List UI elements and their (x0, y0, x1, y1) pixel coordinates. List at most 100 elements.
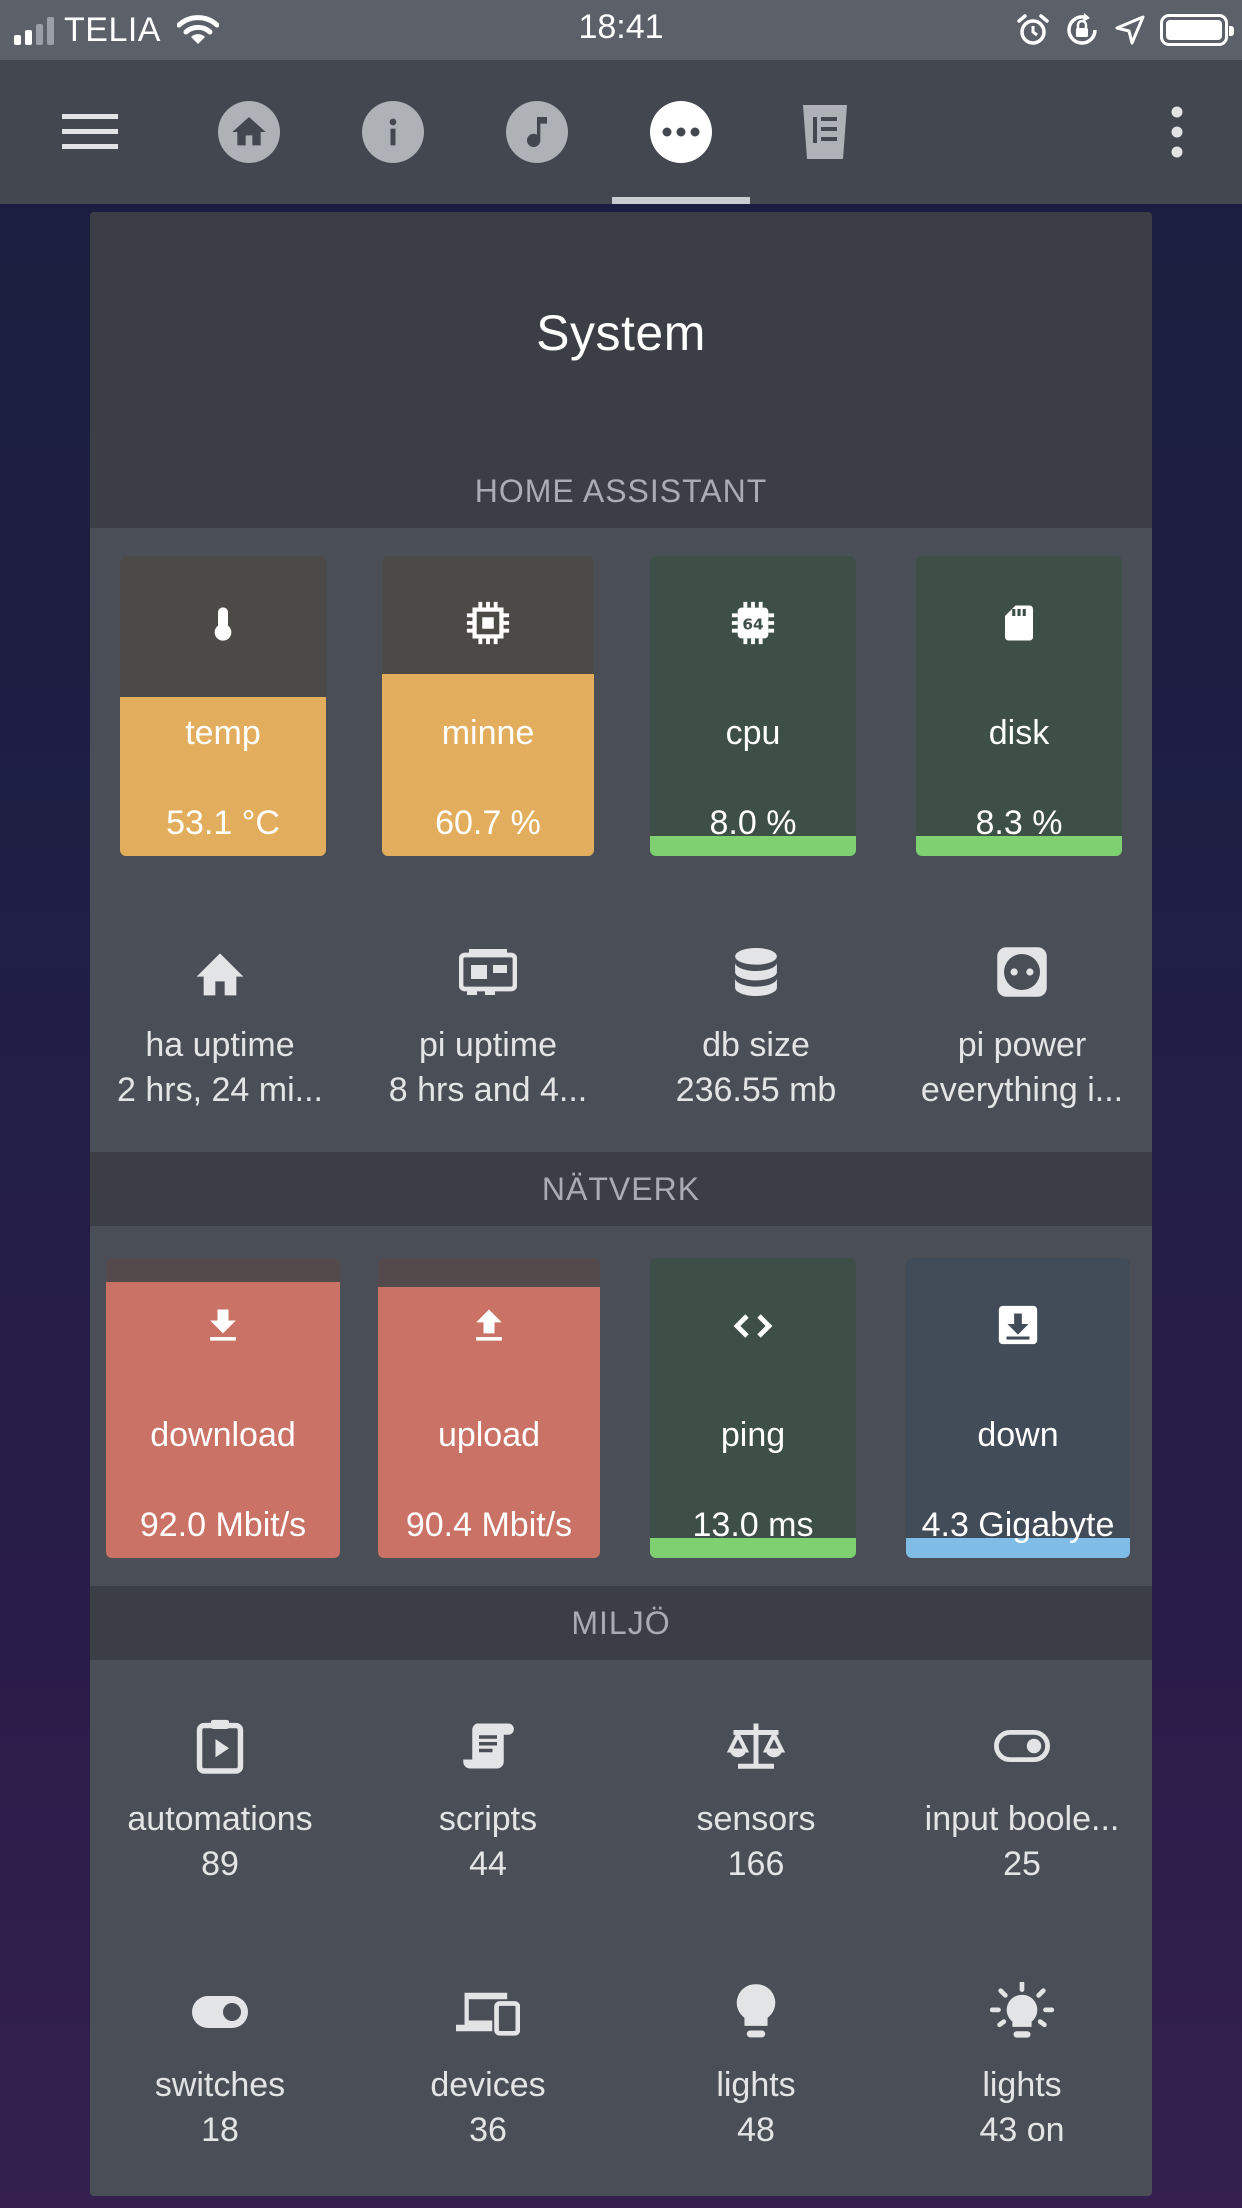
home-icon (196, 953, 244, 996)
stat-value: 236.55 mb (675, 1071, 837, 1109)
location-arrow-icon (1115, 15, 1145, 45)
stat-pi-power[interactable]: pi power everything i... (902, 942, 1142, 1110)
top-app-bar (0, 60, 1242, 204)
hamburger-menu-icon (62, 114, 118, 149)
stat-db-size[interactable]: db size 236.55 mb (636, 942, 876, 1110)
code-icon (733, 1314, 773, 1338)
stat-value: 166 (727, 1845, 785, 1883)
chip-64-icon: 64 (731, 601, 775, 645)
tile-disk[interactable]: disk 8.3 % (916, 556, 1122, 856)
tile-value: 92.0 Mbit/s (139, 1506, 307, 1544)
tile-name: download (150, 1416, 296, 1454)
scale-balance-icon (726, 1723, 786, 1769)
stat-input-booleans[interactable]: input boole... 25 (902, 1716, 1142, 1884)
tile-name: down (977, 1416, 1059, 1454)
tab-home[interactable] (178, 60, 320, 204)
rotation-lock-icon (1067, 13, 1097, 45)
tile-upload[interactable]: upload 90.4 Mbit/s (378, 1258, 600, 1558)
tile-value: 90.4 Mbit/s (405, 1506, 573, 1544)
section-title-environment: MILJÖ (90, 1586, 1152, 1660)
tile-name: ping (720, 1416, 786, 1454)
thermometer-icon (214, 607, 232, 641)
section-title-network: NÄTVERK (90, 1152, 1152, 1226)
tab-log[interactable] (754, 60, 896, 204)
tab-system[interactable] (610, 60, 752, 204)
overflow-menu-button[interactable] (1112, 60, 1242, 204)
toggle-off-icon (994, 1730, 1050, 1762)
card-title: System (90, 212, 1152, 454)
script-icon (463, 1723, 514, 1769)
stat-sensors[interactable]: sensors 166 (636, 1716, 876, 1884)
system-card: System HOME ASSISTANT temp 53.1 °C minne… (90, 212, 1152, 2196)
tile-value: 4.3 Gigabyte (921, 1506, 1115, 1544)
stat-value: 48 (737, 2111, 775, 2149)
stat-value: 44 (469, 1845, 507, 1883)
home-icon (232, 117, 266, 146)
menu-button[interactable] (40, 60, 140, 204)
stat-name: ha uptime (145, 1026, 295, 1064)
battery-icon (1160, 14, 1234, 46)
tile-value: 13.0 ms (692, 1506, 814, 1544)
tab-music[interactable] (466, 60, 608, 204)
music-note-icon (527, 117, 547, 148)
devices-icon (456, 1992, 520, 2036)
tab-info[interactable] (322, 60, 464, 204)
tile-cpu[interactable]: 64 cpu 8.0 % (650, 556, 856, 856)
upload-icon (476, 1309, 502, 1341)
more-vert-icon (1171, 106, 1183, 158)
stat-name: pi uptime (419, 1026, 557, 1064)
stat-value: 89 (201, 1845, 239, 1883)
tile-ping[interactable]: ping 13.0 ms (650, 1258, 856, 1558)
tile-value: 8.0 % (709, 804, 797, 842)
stat-name: automations (127, 1800, 313, 1838)
more-horiz-icon (662, 127, 700, 137)
stat-name: db size (702, 1026, 810, 1064)
stat-switches[interactable]: switches 18 (100, 1982, 340, 2150)
lightbulb-icon (736, 1984, 776, 2038)
stat-value: everything i... (920, 1071, 1124, 1109)
tile-name: minne (441, 714, 535, 752)
clipboard-play-icon (196, 1719, 244, 1774)
stat-lights[interactable]: lights 48 (636, 1982, 876, 2150)
tile-name: cpu (725, 714, 781, 752)
status-bar: TELIA 18:41 (0, 0, 1242, 60)
toggle-switch-icon (192, 1996, 248, 2028)
stat-name: input boole... (924, 1800, 1120, 1838)
stat-automations[interactable]: automations 89 (100, 1716, 340, 1884)
svg-text:64: 64 (742, 616, 763, 634)
stat-scripts[interactable]: scripts 44 (368, 1716, 608, 1884)
stat-name: switches (154, 2066, 286, 2104)
stat-value: 36 (469, 2111, 507, 2149)
tile-name: temp (185, 714, 261, 752)
raspberry-pi-board-icon (459, 949, 517, 995)
power-socket-icon (997, 947, 1047, 997)
stat-value: 25 (1003, 1845, 1041, 1883)
tile-down[interactable]: down 4.3 Gigabyte (906, 1258, 1130, 1558)
lightbulb-on-icon (990, 1982, 1054, 2038)
database-icon (735, 947, 777, 997)
stat-lights-on[interactable]: lights 43 on (902, 1982, 1142, 2150)
sd-card-icon (1005, 605, 1033, 641)
stat-value: 18 (201, 2111, 239, 2149)
tile-value: 60.7 % (435, 804, 541, 842)
stat-name: scripts (438, 1800, 538, 1838)
stat-ha-uptime[interactable]: ha uptime 2 hrs, 24 mi... (100, 942, 340, 1110)
tile-name: disk (988, 714, 1050, 752)
alarm-icon (1017, 14, 1049, 45)
tile-download[interactable]: download 92.0 Mbit/s (106, 1258, 340, 1558)
stat-name: lights (716, 2066, 796, 2104)
stat-devices[interactable]: devices 36 (368, 1982, 608, 2150)
clipboard-text-icon (803, 105, 847, 159)
download-box-icon (998, 1305, 1038, 1345)
memory-icon (466, 601, 510, 645)
stat-name: devices (430, 2066, 546, 2104)
stat-value: 2 hrs, 24 mi... (117, 1071, 323, 1109)
section-title-home-assistant: HOME ASSISTANT (90, 454, 1152, 528)
download-icon (210, 1309, 236, 1341)
stat-value: 8 hrs and 4... (388, 1071, 588, 1109)
stat-pi-uptime[interactable]: pi uptime 8 hrs and 4... (368, 942, 608, 1110)
stat-name: sensors (696, 1800, 816, 1838)
tile-minne[interactable]: minne 60.7 % (382, 556, 594, 856)
stat-name: lights (982, 2066, 1062, 2104)
tile-temp[interactable]: temp 53.1 °C (120, 556, 326, 856)
